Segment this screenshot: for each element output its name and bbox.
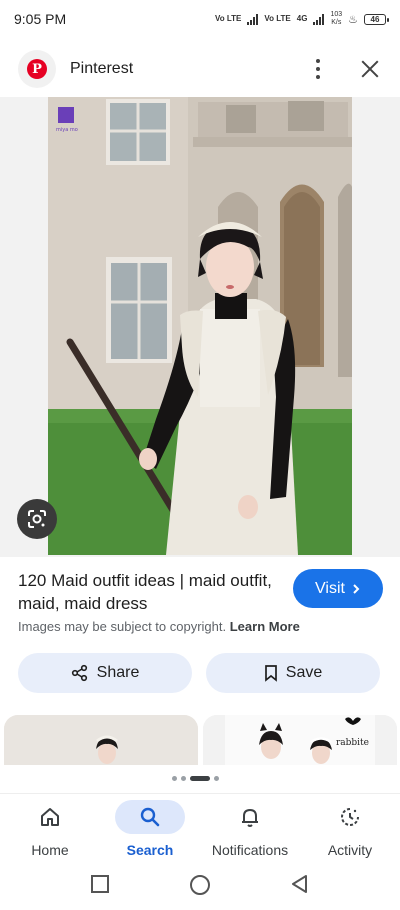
volte-indicator-2: Vo LTE [264,14,291,23]
lens-icon [28,510,46,528]
pinterest-logo-wrapper[interactable]: P [18,50,56,88]
status-bar: 9:05 PM Vo LTE Vo LTE 4G 103 K/s ♨ 46 [0,0,400,38]
close-icon[interactable] [358,57,382,81]
watermark-text: miya mo [56,127,78,133]
signal-icon-1 [247,13,259,25]
more-options-icon[interactable] [306,54,330,84]
result-image[interactable]: miya mo [48,97,352,555]
nav-item-home[interactable]: Home [0,794,100,864]
learn-more-link[interactable]: Learn More [230,619,300,634]
pager-dot [172,776,177,781]
signal-icon-2 [313,13,325,25]
home-button-icon[interactable] [189,874,211,896]
related-thumbnail-image [4,715,198,765]
network-type: 4G [296,14,308,23]
google-lens-button[interactable] [17,499,57,539]
nav-item-search[interactable]: Search [100,794,200,864]
battery-icon: 46 [364,13,389,25]
copyright-notice: Images may be subject to copyright. Lear… [18,619,300,634]
nav-item-notifications[interactable]: Notifications [200,794,300,864]
pager-dot [214,776,219,781]
visit-label: Visit [315,579,345,597]
network-speed-unit: K/s [331,19,342,26]
status-time: 9:05 PM [14,11,67,27]
carousel-pager [172,776,219,781]
share-button[interactable]: Share [18,653,192,693]
bottom-navigation: Home Search Notifications Activity [0,793,400,863]
system-navigation-bar [0,866,400,906]
app-title: Pinterest [70,60,134,77]
chevron-right-icon [353,583,360,594]
volte-indicator-1: Vo LTE [215,14,242,23]
network-speed-value: 103 [330,11,343,18]
battery-level: 46 [370,14,380,24]
bell-icon [242,809,258,827]
recents-icon[interactable] [90,874,110,894]
nav-label-home: Home [31,842,69,858]
network-speed: 103 K/s [330,11,342,27]
home-icon [41,808,59,826]
pager-dot [181,776,186,781]
nav-item-activity[interactable]: Activity [300,794,400,864]
share-icon [71,664,87,682]
hotspot-icon: ♨ [348,13,358,26]
result-title[interactable]: 120 Maid outfit ideas | maid outfit, mai… [18,569,278,615]
status-icons: Vo LTE Vo LTE 4G 103 K/s ♨ 46 [215,11,389,27]
nav-label-search: Search [126,842,174,858]
app-header: P Pinterest [0,42,400,96]
related-results: rabbite [0,715,400,765]
copyright-text: Images may be subject to copyright. [18,619,227,634]
related-thumbnail-text: rabbite [335,738,369,748]
maid-photo-illustration: miya mo [48,97,352,555]
nav-label-activity: Activity [327,842,373,858]
save-button[interactable]: Save [206,653,380,693]
save-label: Save [285,664,323,681]
nav-label-notifications: Notifications [211,842,289,858]
visit-button[interactable]: Visit [293,569,383,608]
image-preview-area: miya mo [0,97,400,557]
related-thumbnail[interactable]: rabbite [203,715,397,765]
bookmark-icon [264,665,277,682]
search-icon [140,807,160,827]
pinterest-logo-icon: P [27,59,47,79]
activity-icon [341,808,359,826]
related-thumbnail[interactable] [4,715,198,765]
share-label: Share [96,664,140,681]
back-icon[interactable] [290,874,310,894]
pager-dot-active [190,776,210,781]
